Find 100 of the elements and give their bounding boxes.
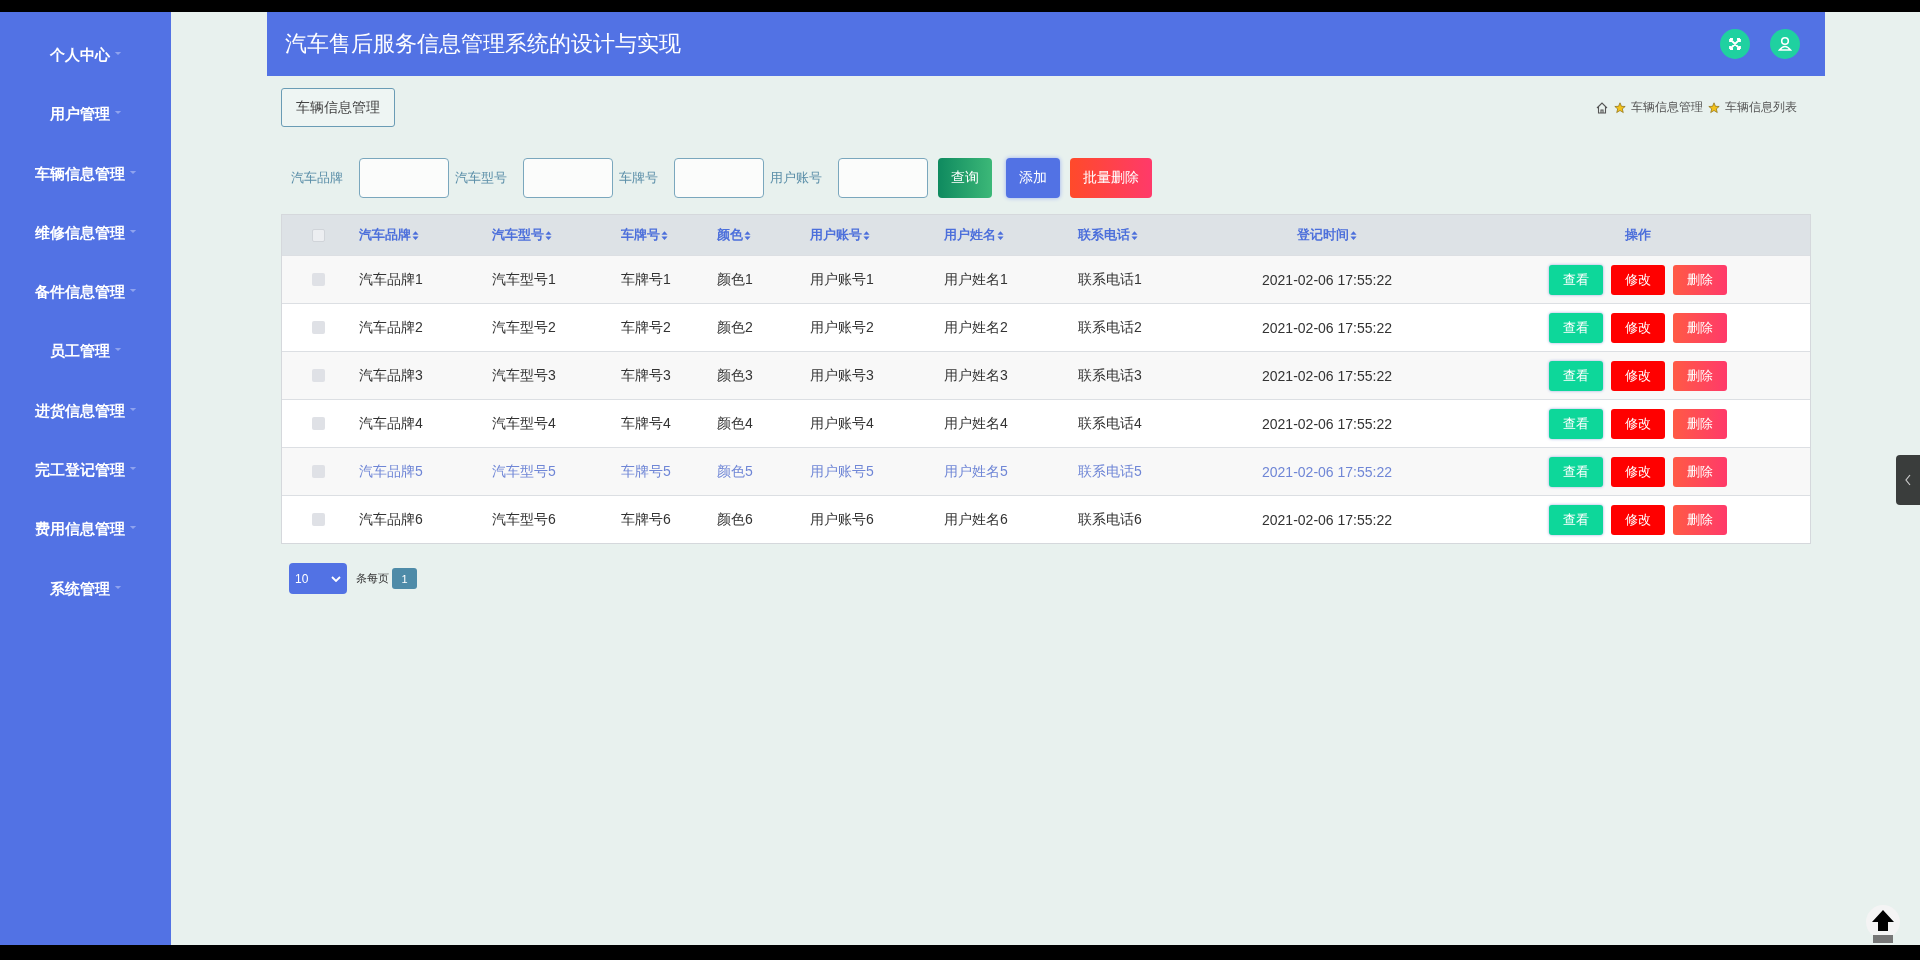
- table-row[interactable]: 汽车品牌5 汽车型号5 车牌号5 颜色5 用户账号5 用户姓名5 联系电话5 2021-02-06 17:55:22 查看 修改 删除: [282, 447, 1810, 495]
- fullscreen-icon[interactable]: [1720, 29, 1750, 59]
- breadcrumb-item[interactable]: 车辆信息管理: [1631, 99, 1703, 116]
- sidebar-item[interactable]: 维修信息管理: [0, 222, 171, 283]
- table-cell: 汽车型号1: [492, 270, 556, 289]
- edit-button[interactable]: 修改: [1610, 312, 1665, 343]
- table-cell: 用户姓名3: [944, 366, 1008, 385]
- column-header[interactable]: 颜色: [717, 226, 743, 244]
- column-header[interactable]: 车牌号: [621, 226, 660, 244]
- sort-icon[interactable]: [1131, 229, 1138, 241]
- table-cell: 汽车品牌2: [359, 318, 423, 337]
- caret-icon: [113, 110, 122, 116]
- table-cell: 汽车品牌3: [359, 366, 423, 385]
- table-cell: 汽车型号2: [492, 318, 556, 337]
- user-icon[interactable]: [1770, 29, 1800, 59]
- caret-icon: [128, 228, 137, 234]
- caret-icon: [113, 51, 122, 56]
- sort-icon[interactable]: [997, 229, 1004, 241]
- table-row[interactable]: 汽车品牌1 汽车型号1 车牌号1 颜色1 用户账号1 用户姓名1 联系电话1 2021-02-06 17:55:22 查看 修改 删除: [282, 255, 1810, 303]
- column-header[interactable]: 用户账号: [810, 226, 862, 244]
- sort-icon[interactable]: [545, 229, 552, 241]
- edit-button[interactable]: 修改: [1610, 504, 1665, 535]
- filter-input[interactable]: [838, 158, 928, 198]
- edit-button[interactable]: 修改: [1610, 456, 1665, 487]
- delete-button[interactable]: 删除: [1672, 456, 1727, 487]
- table-cell: 用户账号3: [810, 366, 874, 385]
- back-to-top-icon[interactable]: [1863, 904, 1903, 944]
- filter-label: 车牌号: [619, 169, 658, 187]
- table-cell: 汽车品牌5: [359, 462, 423, 481]
- row-checkbox[interactable]: [312, 321, 325, 334]
- select-all-checkbox[interactable]: [312, 228, 325, 242]
- search-button[interactable]: 查询: [938, 158, 992, 198]
- table-cell: 颜色3: [717, 366, 753, 385]
- row-checkbox[interactable]: [312, 273, 325, 286]
- filter-input[interactable]: [359, 158, 449, 198]
- batch-delete-button[interactable]: 批量删除: [1070, 158, 1152, 198]
- sort-icon[interactable]: [661, 229, 668, 241]
- page-tab[interactable]: 车辆信息管理: [281, 88, 395, 127]
- sidebar-item[interactable]: 员工管理: [0, 341, 171, 401]
- row-checkbox[interactable]: [312, 465, 325, 478]
- table-cell: 汽车型号3: [492, 366, 556, 385]
- delete-button[interactable]: 删除: [1672, 360, 1727, 391]
- table-cell: 颜色4: [717, 414, 753, 433]
- table-cell: 联系电话3: [1078, 366, 1142, 385]
- table-cell: 2021-02-06 17:55:22: [1262, 415, 1392, 432]
- sidebar-item[interactable]: 完工登记管理: [0, 460, 171, 520]
- sort-icon[interactable]: [1350, 229, 1357, 241]
- sidebar-item[interactable]: 系统管理: [0, 578, 171, 638]
- add-button[interactable]: 添加: [1006, 158, 1060, 198]
- table-cell: 车牌号3: [621, 366, 671, 385]
- delete-button[interactable]: 删除: [1672, 504, 1727, 535]
- table-cell: 颜色1: [717, 270, 753, 289]
- star-icon: [1614, 101, 1626, 114]
- sidebar-item[interactable]: 用户管理: [0, 104, 171, 164]
- sidebar-item[interactable]: 车辆信息管理: [0, 163, 171, 223]
- edit-button[interactable]: 修改: [1610, 360, 1665, 391]
- delete-button[interactable]: 删除: [1672, 264, 1727, 295]
- sidebar-item[interactable]: 个人中心: [0, 45, 171, 105]
- edit-button[interactable]: 修改: [1610, 264, 1665, 295]
- row-checkbox[interactable]: [312, 369, 325, 382]
- filter-input[interactable]: [523, 158, 613, 198]
- caret-icon: [128, 466, 137, 472]
- caret-icon: [128, 288, 137, 294]
- panel-toggle-button[interactable]: [1896, 455, 1920, 505]
- breadcrumb-item[interactable]: 车辆信息列表: [1725, 99, 1797, 116]
- sidebar-item[interactable]: 费用信息管理: [0, 519, 171, 579]
- sidebar-item[interactable]: 进货信息管理: [0, 400, 171, 461]
- delete-button[interactable]: 删除: [1672, 408, 1727, 439]
- table-cell: 2021-02-06 17:55:22: [1262, 319, 1392, 336]
- page-button[interactable]: 1: [392, 568, 417, 589]
- filter-input[interactable]: [674, 158, 764, 198]
- delete-button[interactable]: 删除: [1672, 312, 1727, 343]
- page-size-label: 条每页: [356, 571, 389, 586]
- table-cell: 汽车品牌6: [359, 510, 423, 529]
- table-cell: 联系电话5: [1078, 462, 1142, 481]
- column-header[interactable]: 汽车型号: [492, 226, 544, 244]
- row-checkbox[interactable]: [312, 417, 325, 430]
- sort-icon[interactable]: [412, 229, 419, 241]
- sort-icon[interactable]: [744, 229, 751, 241]
- row-checkbox[interactable]: [312, 513, 325, 526]
- chevron-icon: [331, 575, 341, 582]
- column-header[interactable]: 登记时间: [1297, 226, 1349, 244]
- column-header[interactable]: 用户姓名: [944, 226, 996, 244]
- edit-button[interactable]: 修改: [1610, 408, 1665, 439]
- table-cell: 用户账号6: [810, 510, 874, 529]
- table-cell: 2021-02-06 17:55:22: [1262, 511, 1392, 528]
- sort-icon[interactable]: [863, 229, 870, 241]
- column-header[interactable]: 联系电话: [1078, 226, 1130, 244]
- table-row[interactable]: 汽车品牌3 汽车型号3 车牌号3 颜色3 用户账号3 用户姓名3 联系电话3 2021-02-06 17:55:22 查看 修改 删除: [282, 351, 1810, 399]
- filter-label: 汽车品牌: [291, 169, 343, 187]
- sidebar-item[interactable]: 备件信息管理: [0, 282, 171, 342]
- table-cell: 用户账号2: [810, 318, 874, 337]
- table-row[interactable]: 汽车品牌6 汽车型号6 车牌号6 颜色6 用户账号6 用户姓名6 联系电话6 2021-02-06 17:55:22 查看 修改 删除: [282, 495, 1810, 543]
- table-cell: 2021-02-06 17:55:22: [1262, 463, 1392, 480]
- column-header[interactable]: 汽车品牌: [359, 226, 411, 244]
- caret-icon: [128, 406, 137, 412]
- home-icon[interactable]: [1595, 100, 1609, 115]
- page-size-select[interactable]: 10: [289, 563, 347, 594]
- table-cell: 车牌号5: [621, 462, 671, 481]
- column-header[interactable]: 操作: [1624, 226, 1651, 244]
